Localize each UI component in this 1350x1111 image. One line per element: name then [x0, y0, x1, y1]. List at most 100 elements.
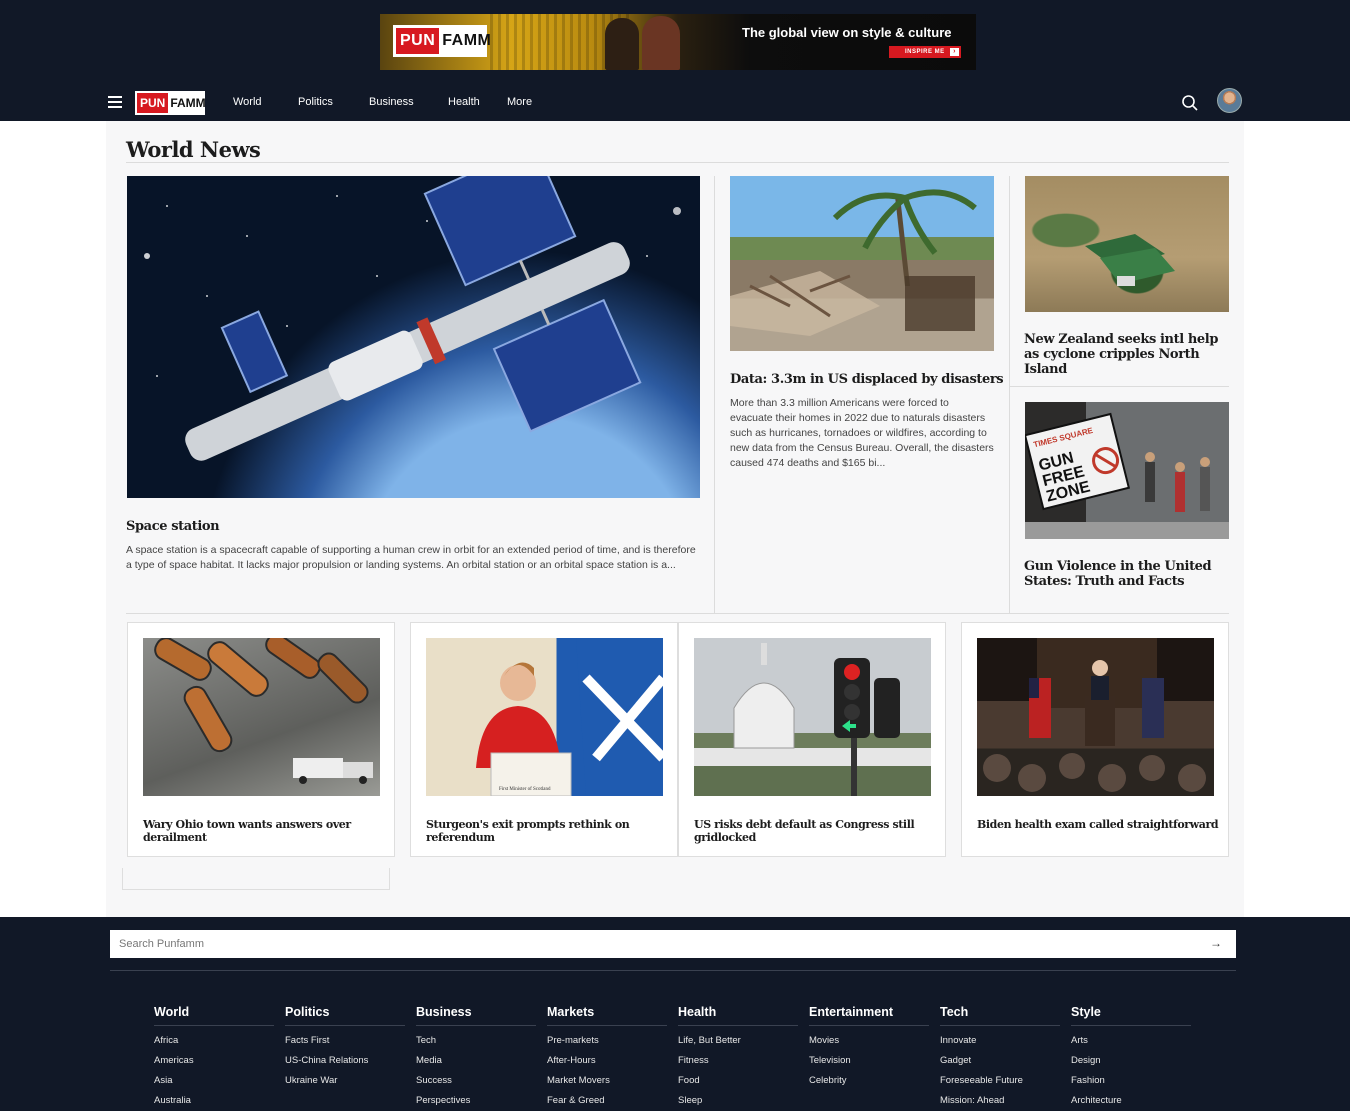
second-story-image[interactable] — [730, 176, 994, 351]
footer-link[interactable]: Americas — [154, 1055, 274, 1066]
footer-link[interactable]: US-China Relations — [285, 1055, 405, 1066]
footer-link[interactable]: Television — [809, 1055, 929, 1066]
divider — [110, 970, 1236, 971]
footer-link[interactable]: Design — [1071, 1055, 1191, 1066]
logo-red: PUN — [137, 93, 169, 113]
nav-link-world[interactable]: World — [233, 96, 262, 108]
story-card-title[interactable]: Biden health exam called straightforward — [977, 818, 1219, 831]
footer-link[interactable]: Asia — [154, 1075, 274, 1086]
story-card[interactable]: Wary Ohio town wants answers over derail… — [127, 622, 395, 857]
footer-link[interactable]: Mission: Ahead — [940, 1095, 1060, 1106]
story-card-title[interactable]: Wary Ohio town wants answers over derail… — [143, 818, 394, 844]
divider — [714, 176, 715, 613]
divider — [1010, 386, 1229, 387]
avatar[interactable] — [1217, 88, 1242, 113]
advertisement-banner[interactable]: PUN FAMM The global view on style & cult… — [380, 14, 976, 70]
footer-link[interactable]: After-Hours — [547, 1055, 667, 1066]
menu-icon[interactable] — [108, 96, 122, 108]
footer-column-tech: Tech Innovate Gadget Foreseeable Future … — [940, 1005, 1060, 1106]
story-card-image: First Minister of Scotland — [426, 638, 663, 796]
footer-link[interactable]: Fear & Greed — [547, 1095, 667, 1106]
footer-link[interactable]: Food — [678, 1075, 798, 1086]
footer-column-health: Health Life, But Better Fitness Food Sle… — [678, 1005, 798, 1106]
lead-story-image[interactable] — [127, 176, 700, 498]
story-card-title[interactable]: Sturgeon's exit prompts rethink on refer… — [426, 818, 677, 844]
main-nav: PUN FAMM World Politics Business Health … — [0, 86, 1350, 121]
ad-logo-red: PUN — [396, 28, 440, 54]
story-card[interactable]: Biden health exam called straightforward — [961, 622, 1229, 857]
site-footer: → World Africa Americas Asia Australia P… — [0, 917, 1350, 1111]
ad-model-figure — [605, 18, 639, 70]
footer-link[interactable]: Pre-markets — [547, 1035, 667, 1046]
ad-button-label: INSPIRE ME — [905, 49, 945, 55]
footer-link[interactable]: Innovate — [940, 1035, 1060, 1046]
footer-search-input[interactable] — [119, 938, 1189, 950]
story-card-title[interactable]: US risks debt default as Congress still … — [694, 818, 945, 844]
footer-link[interactable]: Fitness — [678, 1055, 798, 1066]
story-card-image — [694, 638, 931, 796]
footer-link[interactable]: Arts — [1071, 1035, 1191, 1046]
footer-column-heading[interactable]: World — [154, 1005, 274, 1026]
footer-column-business: Business Tech Media Success Perspectives — [416, 1005, 536, 1106]
footer-link[interactable]: Life, But Better — [678, 1035, 798, 1046]
footer-column-heading[interactable]: Health — [678, 1005, 798, 1026]
page-title: World News — [126, 137, 261, 162]
footer-column-entertainment: Entertainment Movies Television Celebrit… — [809, 1005, 929, 1086]
nav-link-politics[interactable]: Politics — [298, 96, 333, 108]
footer-link[interactable]: Tech — [416, 1035, 536, 1046]
sturgeon-speech-photo: First Minister of Scotland — [476, 638, 663, 796]
footer-column-markets: Markets Pre-markets After-Hours Market M… — [547, 1005, 667, 1106]
footer-link[interactable]: Gadget — [940, 1055, 1060, 1066]
footer-link[interactable]: Celebrity — [809, 1075, 929, 1086]
search-icon[interactable] — [1181, 94, 1199, 112]
lead-story-summary: A space station is a spacecraft capable … — [126, 544, 696, 571]
footer-link[interactable]: Movies — [809, 1035, 929, 1046]
footer-link[interactable]: Africa — [154, 1035, 274, 1046]
nav-link-business[interactable]: Business — [369, 96, 414, 108]
footer-link[interactable]: Media — [416, 1055, 536, 1066]
logo-black: FAMM — [170, 96, 206, 110]
derailment-photo — [154, 638, 373, 784]
podium-text: First Minister of Scotland — [499, 787, 551, 792]
ad-inspire-button[interactable]: INSPIRE ME › — [889, 46, 961, 58]
nav-link-more[interactable]: More — [507, 96, 532, 108]
side-story-title[interactable]: Gun Violence in the United States: Truth… — [1024, 559, 1230, 589]
side-story-image-gun[interactable]: TIMES SQUARE GUN FREE ZONE — [1025, 402, 1229, 539]
footer-column-politics: Politics Facts First US-China Relations … — [285, 1005, 405, 1086]
footer-link[interactable]: Success — [416, 1075, 536, 1086]
footer-link[interactable]: Architecture — [1071, 1095, 1191, 1106]
story-card-image — [977, 638, 1214, 796]
divider — [1009, 176, 1010, 613]
footer-link[interactable]: Facts First — [285, 1035, 405, 1046]
ad-logo-black: FAMM — [442, 32, 492, 49]
footer-column-heading[interactable]: Tech — [940, 1005, 1060, 1026]
ad-logo: PUN FAMM — [393, 25, 491, 57]
footer-link[interactable]: Australia — [154, 1095, 274, 1106]
footer-column-heading[interactable]: Business — [416, 1005, 536, 1026]
footer-column-heading[interactable]: Entertainment — [809, 1005, 929, 1026]
capitol-photo — [694, 643, 931, 796]
footer-column-heading[interactable]: Style — [1071, 1005, 1191, 1026]
footer-link[interactable]: Foreseeable Future — [940, 1075, 1060, 1086]
nav-link-health[interactable]: Health — [448, 96, 480, 108]
footer-link[interactable]: Ukraine War — [285, 1075, 405, 1086]
story-card[interactable]: First Minister of Scotland Sturgeon's ex… — [410, 622, 678, 857]
arrow-right-icon[interactable]: → — [1210, 936, 1222, 950]
site-logo[interactable]: PUN FAMM — [135, 91, 206, 115]
story-card-image — [143, 638, 380, 796]
space-station-illustration — [144, 176, 681, 461]
footer-column-heading[interactable]: Markets — [547, 1005, 667, 1026]
footer-column-heading[interactable]: Politics — [285, 1005, 405, 1026]
footer-link[interactable]: Perspectives — [416, 1095, 536, 1106]
footer-link[interactable]: Market Movers — [547, 1075, 667, 1086]
footer-link[interactable]: Sleep — [678, 1095, 798, 1106]
side-story-image-flood[interactable] — [1025, 176, 1229, 312]
side-story-title[interactable]: New Zealand seeks intl help as cyclone c… — [1024, 332, 1230, 377]
storm-damage-photo — [730, 189, 977, 336]
second-story-title[interactable]: Data: 3.3m in US displaced by disasters — [730, 372, 1004, 387]
divider — [126, 613, 1229, 614]
story-card[interactable]: US risks debt default as Congress still … — [678, 622, 946, 857]
footer-link[interactable]: Fashion — [1071, 1075, 1191, 1086]
footer-column-style: Style Arts Design Fashion Architecture — [1071, 1005, 1191, 1106]
lead-story-title[interactable]: Space station — [126, 519, 220, 534]
